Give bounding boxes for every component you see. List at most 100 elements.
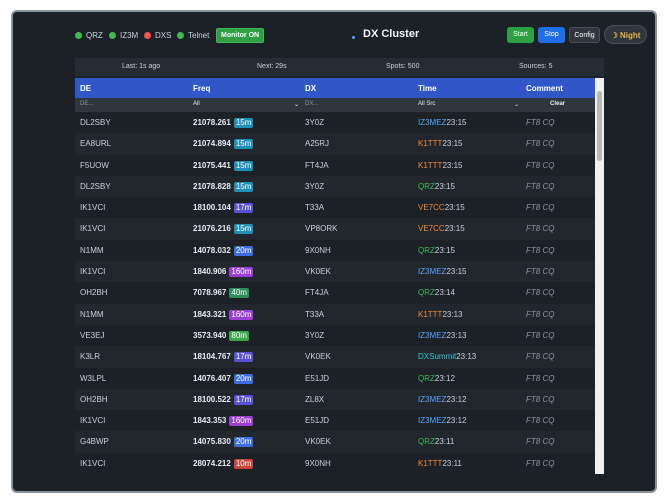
- table-row[interactable]: IK1VCI 1843.353 160m E51JD IZ3MEZ23:12 FT8 CQ: [75, 410, 595, 432]
- frequency: 18100.104 17m: [193, 203, 254, 214]
- frequency: 1843.353 160m: [193, 416, 254, 427]
- table-body: DL2SBY 21078.261 15m 3Y0Z IZ3MEZ23:15 FT8 CQ E…: [75, 112, 595, 474]
- spot-time: 23:15: [446, 267, 467, 277]
- spot-source: VE7CC: [418, 224, 445, 234]
- dx-call[interactable]: 3Y0Z: [305, 331, 324, 340]
- dx-call[interactable]: FT4JA: [305, 161, 329, 170]
- spot-time: 23:13: [446, 330, 467, 340]
- table-row[interactable]: DL2SBY 21078.828 15m 3Y0Z QRZ23:15 FT8 CQ: [75, 175, 595, 198]
- table-row[interactable]: IK1VCI 28074.212 10m 9X0NH K1TTT23:11 FT8 CQ: [75, 452, 595, 474]
- time-cell: QRZ23:15: [418, 246, 455, 255]
- dx-call[interactable]: 9X0NH: [305, 246, 331, 255]
- dx-call[interactable]: 3Y0Z: [305, 118, 324, 127]
- table-row[interactable]: K3LR 18104.767 17m VK0EK DXSummit23:13 FT8 CQ: [75, 346, 595, 368]
- band-badge: 40m: [229, 288, 249, 299]
- time-cell: IZ3MEZ23:12: [418, 416, 466, 425]
- time-cell: QRZ23:15: [418, 182, 455, 191]
- freq-value: 1840.906: [193, 267, 227, 277]
- spot-comment: FT8 CQ: [526, 160, 555, 170]
- table-row[interactable]: VE3EJ 3573.940 80m 3Y0Z IZ3MEZ23:13 FT8 CQ: [75, 324, 595, 347]
- dx-call[interactable]: VK0EK: [305, 352, 331, 361]
- table-row[interactable]: EA8URL 21074.894 15m A25RJ K1TTT23:15 FT8 CQ: [75, 133, 595, 155]
- chevron-down-icon[interactable]: ⌄: [514, 101, 519, 108]
- table-row[interactable]: F5UOW 21075.441 15m FT4JA K1TTT23:15 FT8 CQ: [75, 154, 595, 176]
- column-header-freq[interactable]: Freq: [193, 84, 210, 93]
- dx-call[interactable]: E51JD: [305, 374, 329, 383]
- frequency: 1840.906 160m: [193, 267, 254, 278]
- spot-time: 23:13: [456, 352, 477, 362]
- dx-call[interactable]: E51JD: [305, 416, 329, 425]
- frequency: 14078.032 20m: [193, 245, 254, 256]
- scrollbar[interactable]: [595, 78, 604, 474]
- status-dot-icon: [177, 32, 184, 39]
- band-badge: 15m: [233, 160, 254, 171]
- stop-button[interactable]: Stop: [538, 27, 565, 43]
- source-filter-select[interactable]: All Src: [418, 101, 435, 107]
- table-row[interactable]: DL2SBY 21078.261 15m 3Y0Z IZ3MEZ23:15 FT8 CQ: [75, 112, 595, 134]
- dx-call[interactable]: T33A: [305, 310, 324, 319]
- dx-call[interactable]: T33A: [305, 203, 324, 212]
- table-row[interactable]: IK1VCI 21076.216 15m VP8ORK VE7CC23:15 FT8 CQ: [75, 218, 595, 240]
- table-row[interactable]: N1MM 14078.032 20m 9X0NH QRZ23:15 FT8 CQ: [75, 239, 595, 262]
- spot-source: K1TTT: [418, 458, 443, 468]
- table-row[interactable]: G4BWP 14075.830 20m VK0EK QRZ23:11 FT8 CQ: [75, 431, 595, 453]
- time-cell: VE7CC23:15: [418, 224, 465, 233]
- config-button[interactable]: Config: [569, 27, 600, 43]
- de-call: N1MM: [80, 309, 104, 319]
- dx-call[interactable]: ZL8X: [305, 395, 324, 404]
- band-badge: 17m: [233, 352, 254, 363]
- freq-value: 3573.940: [193, 330, 227, 340]
- freq-filter-select[interactable]: All: [193, 101, 200, 107]
- dx-call[interactable]: A25RJ: [305, 139, 329, 148]
- freq-value: 18100.104: [193, 203, 231, 213]
- spot-comment: FT8 CQ: [526, 309, 555, 319]
- freq-value: 14076.407: [193, 373, 231, 383]
- spot-source: K1TTT: [418, 160, 443, 170]
- de-filter-input[interactable]: DE...: [80, 101, 93, 107]
- freq-value: 21078.828: [193, 181, 231, 191]
- start-button[interactable]: Start: [507, 27, 534, 43]
- time-cell: QRZ23:11: [418, 437, 454, 446]
- table-row[interactable]: N1MM 1843.321 160m T33A K1TTT23:13 FT8 CQ: [75, 303, 595, 325]
- band-badge: 20m: [233, 245, 254, 256]
- filter-row: DE... All ⌄ DX... All Src ⌄ Clear: [75, 98, 595, 112]
- spot-source: IZ3MEZ: [418, 416, 447, 426]
- dx-filter-input[interactable]: DX...: [305, 101, 318, 107]
- spot-comment: FT8 CQ: [526, 416, 555, 426]
- band-badge: 160m: [229, 267, 254, 278]
- frequency: 14076.407 20m: [193, 373, 254, 384]
- frequency: 21078.828 15m: [193, 181, 254, 192]
- spot-comment: FT8 CQ: [526, 373, 555, 383]
- table-row[interactable]: IK1VCI 1840.906 160m VK0EK IZ3MEZ23:15 FT8 CQ: [75, 261, 595, 283]
- spot-source: QRZ: [418, 288, 435, 298]
- dx-call[interactable]: VP8ORK: [305, 224, 337, 233]
- de-call: IK1VCI: [80, 203, 106, 213]
- spot-source: QRZ: [418, 245, 435, 255]
- dx-call[interactable]: 3Y0Z: [305, 182, 324, 191]
- monitor-status-badge[interactable]: Monitor ON: [216, 28, 265, 43]
- table-row[interactable]: OH2BH 7078.967 40m FT4JA QRZ23:14 FT8 CQ: [75, 282, 595, 304]
- night-mode-toggle[interactable]: ☽ Night: [604, 25, 647, 44]
- table-row[interactable]: IK1VCI 18100.104 17m T33A VE7CC23:15 FT8 CQ: [75, 197, 595, 219]
- dx-call[interactable]: 9X0NH: [305, 459, 331, 468]
- column-header-comment[interactable]: Comment: [526, 84, 563, 93]
- column-header-time[interactable]: Time: [418, 84, 437, 93]
- dx-call[interactable]: VK0EK: [305, 437, 331, 446]
- freq-value: 1843.321: [193, 309, 227, 319]
- de-call: EA8URL: [80, 139, 112, 149]
- band-badge: 15m: [233, 118, 254, 128]
- dx-call[interactable]: FT4JA: [305, 288, 329, 297]
- de-call: IK1VCI: [80, 267, 106, 277]
- table-row[interactable]: OH2BH 18100.522 17m ZL8X IZ3MEZ23:12 FT8 CQ: [75, 388, 595, 411]
- dx-call[interactable]: VK0EK: [305, 267, 331, 276]
- scrollbar-thumb[interactable]: [597, 91, 602, 161]
- spot-time: 23:11: [434, 437, 455, 447]
- column-header-dx[interactable]: DX: [305, 84, 316, 93]
- table-row[interactable]: W3LPL 14076.407 20m E51JD QRZ23:12 FT8 CQ: [75, 367, 595, 389]
- chevron-down-icon[interactable]: ⌄: [294, 101, 299, 108]
- column-header-de[interactable]: DE: [80, 84, 91, 93]
- band-badge: 160m: [229, 309, 254, 320]
- spots-count: Spots: 500: [386, 63, 420, 70]
- spot-source: QRZ: [418, 437, 435, 447]
- clear-filters-button[interactable]: Clear: [550, 101, 565, 107]
